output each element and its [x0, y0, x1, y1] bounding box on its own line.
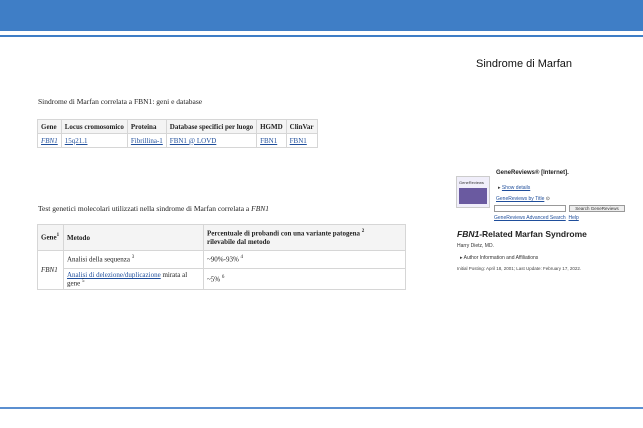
header-locus: Locus cromosomico [60, 119, 128, 134]
slide-title: Sindrome di Marfan [476, 58, 572, 70]
info-circle-icon[interactable]: ⊙ [546, 196, 550, 202]
header-gene: Gene [37, 119, 62, 134]
cell-hgmd: FBN1 [256, 133, 287, 148]
table-row: FBN1 Analisi della sequenza 3 ~90%-93% 4 [37, 249, 406, 291]
by-title-row: GeneReviews by Title ⊙ [496, 196, 550, 202]
bottom-divider [0, 407, 643, 409]
chapter-title-gene: FBN1 [457, 229, 480, 239]
header-method: Metodo [63, 224, 204, 251]
book-cover-band [459, 188, 487, 204]
cell-locus: 15q21.1 [60, 133, 128, 148]
cell-percent: ~5% 6 [203, 267, 406, 291]
header-protein: Proteina [126, 119, 167, 134]
by-title-link[interactable]: GeneReviews by Title [496, 196, 544, 202]
hgmd-link[interactable]: FBN1 [260, 137, 277, 145]
deletion-duplication-link[interactable]: Analisi di delezione/duplicazione [67, 271, 161, 279]
header-gene-text: Gene [41, 233, 57, 242]
table-header-row: Gene Locus cromosomico Proteina Database… [37, 119, 318, 134]
percent-value: ~90%-93% [207, 255, 239, 264]
cell-gene: FBN1 [37, 249, 64, 291]
cell-method: Analisi della sequenza 3 [63, 250, 204, 269]
table-row: FBN1 15q21.1 Fibrillina-1 FBN1 @ LOVD FB… [37, 133, 318, 148]
tests-table-caption: Test genetici molecolari utilizzati nell… [38, 204, 269, 213]
show-details-link[interactable]: Show details [502, 185, 530, 191]
footnote-ref: 3 [131, 255, 135, 261]
top-banner [0, 0, 643, 31]
gene-name: FBN1 [41, 266, 58, 275]
top-divider [0, 35, 643, 37]
book-cover-text: GeneReviews [459, 180, 484, 185]
footnote-ref: 6 [221, 275, 225, 280]
show-details-row: ▸ Show details [498, 185, 530, 191]
header-clinvar: ClinVar [285, 119, 318, 134]
footnote-ref: 4 [240, 255, 244, 261]
footnote-ref: 5 [81, 279, 85, 284]
posting-dates: Initial Posting: April 18, 2001; Last Up… [457, 266, 582, 271]
advanced-search-link[interactable]: GeneReviews Advanced Search [494, 215, 566, 221]
table-row: Analisi di delezione/duplicazione mirata… [38, 267, 406, 291]
genereviews-heading: GeneReviews® [Internet]. [496, 170, 569, 176]
genes-table-caption: Sindrome di Marfan correlata a FBN1: gen… [38, 97, 203, 106]
advanced-row: GeneReviews Advanced Search Help [494, 215, 579, 221]
method-sequence: Analisi della sequenza [67, 255, 130, 264]
clinvar-link[interactable]: FBN1 [290, 137, 307, 145]
help-link[interactable]: Help [569, 215, 579, 221]
chapter-title-rest: -Related Marfan Syndrome [479, 229, 587, 239]
search-genereviews-button[interactable]: Search GeneReviews [569, 205, 625, 212]
table-header-row: Gene1 Metodo Percentuale di probandi con… [37, 224, 406, 251]
chapter-title: FBN1-Related Marfan Syndrome [457, 229, 587, 239]
lovd-link[interactable]: FBN1 @ LOVD [170, 137, 217, 145]
caption-gene: FBN1 [251, 204, 270, 213]
footnote-ref: 1 [56, 233, 60, 239]
header-percent: Percentuale di probandi con una variante… [203, 224, 406, 251]
header-percent-text-2: rilevabile dal metodo [207, 237, 270, 246]
affiliations-row: ▸ Author Information and Affiliations [460, 255, 538, 261]
caption-text: Test genetici molecolari utilizzati nell… [38, 204, 252, 213]
protein-link[interactable]: Fibrillina-1 [131, 137, 163, 145]
molecular-tests-table: Gene1 Metodo Percentuale di probandi con… [37, 224, 406, 291]
header-hgmd: HGMD [256, 119, 287, 134]
genes-database-table: Gene Locus cromosomico Proteina Database… [37, 119, 318, 148]
cell-gene: FBN1 [37, 133, 62, 148]
header-locus-db: Database specifici per luogo [165, 119, 258, 134]
footnote-ref: 2 [361, 229, 365, 235]
percent-value: ~5% [207, 275, 221, 284]
cell-percent: ~90%-93% 4 [203, 250, 406, 269]
book-cover-image[interactable]: GeneReviews [456, 176, 490, 208]
cell-protein: Fibrillina-1 [126, 133, 167, 148]
locus-link[interactable]: 15q21.1 [65, 137, 88, 145]
cell-clinvar: FBN1 [285, 133, 318, 148]
affiliations-link[interactable]: Author Information and Affiliations [464, 255, 539, 261]
gene-link[interactable]: FBN1 [41, 137, 58, 145]
header-gene: Gene1 [37, 224, 64, 251]
author-name: Harry Dietz, MD. [457, 243, 494, 249]
header-percent-text: Percentuale di probandi con una variante… [207, 229, 360, 238]
cell-method: Analisi di delezione/duplicazione mirata… [63, 267, 204, 291]
search-input[interactable] [494, 205, 566, 212]
cell-locus-db: FBN1 @ LOVD [165, 133, 258, 148]
